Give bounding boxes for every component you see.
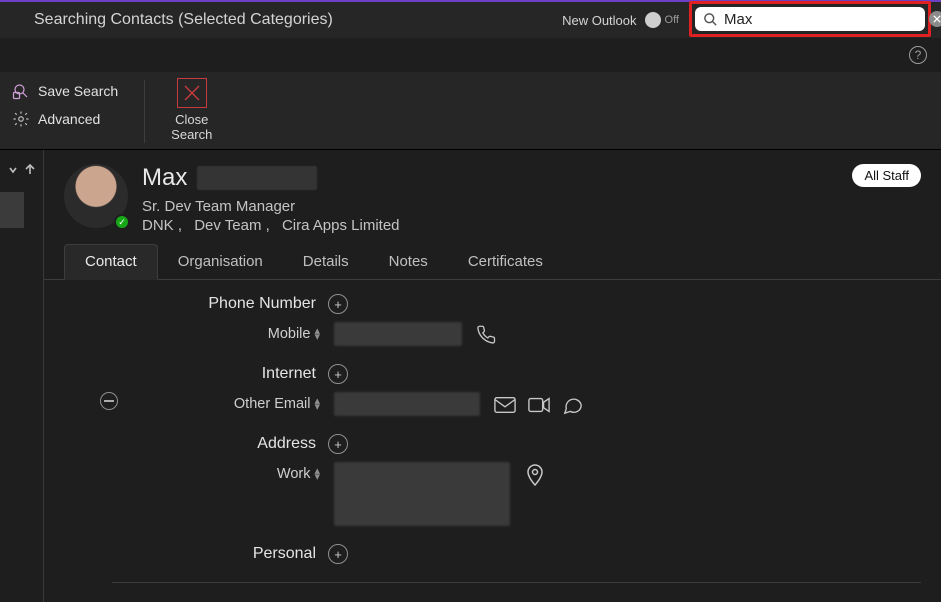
dropdown-icon: ▴▾ xyxy=(314,327,320,341)
phone-value-redacted[interactable] xyxy=(334,322,462,346)
tab-notes[interactable]: Notes xyxy=(369,245,448,279)
presence-badge-icon xyxy=(114,214,130,230)
section-phone-title: Phone Number xyxy=(208,295,316,313)
sidebar-expand[interactable] xyxy=(8,164,36,176)
section-internet: Internet + Other Email ▴▾ xyxy=(44,364,921,416)
avatar[interactable] xyxy=(64,164,128,228)
contact-first-name: Max xyxy=(142,164,187,192)
contact-pane: Max Sr. Dev Team Manager DNK , Dev Team … xyxy=(44,150,941,602)
new-outlook-label: New Outlook xyxy=(562,13,636,28)
tab-contact[interactable]: Contact xyxy=(64,244,158,280)
search-input[interactable] xyxy=(724,11,923,28)
video-icon[interactable] xyxy=(528,394,550,416)
tabs: Contact Organisation Details Notes Certi… xyxy=(44,244,941,280)
tab-organisation[interactable]: Organisation xyxy=(158,245,283,279)
section-address-title: Address xyxy=(257,435,316,453)
section-personal-title: Personal xyxy=(253,545,316,563)
address-label[interactable]: Work ▴▾ xyxy=(44,462,320,482)
section-address: Address + Work ▴▾ xyxy=(44,434,921,526)
sidebar xyxy=(0,150,44,602)
advanced-button[interactable]: Advanced xyxy=(12,110,118,128)
advanced-label: Advanced xyxy=(38,111,100,127)
section-personal: Personal + xyxy=(44,544,921,564)
dropdown-icon: ▴▾ xyxy=(314,467,320,481)
add-address-button[interactable]: + xyxy=(328,434,348,454)
email-label[interactable]: Other Email ▴▾ xyxy=(44,392,320,412)
remove-email-button[interactable] xyxy=(100,392,118,410)
save-search-button[interactable]: Save Search xyxy=(12,82,118,100)
close-icon xyxy=(177,78,207,108)
mail-icon[interactable] xyxy=(494,394,516,416)
new-outlook-toggle[interactable]: New Outlook Off xyxy=(562,12,679,28)
clear-search-button[interactable] xyxy=(929,11,941,27)
contact-last-name-redacted xyxy=(197,166,317,190)
up-arrow-icon xyxy=(24,164,36,176)
add-internet-button[interactable]: + xyxy=(328,364,348,384)
address-value-redacted[interactable] xyxy=(334,462,510,526)
tab-details[interactable]: Details xyxy=(283,245,369,279)
section-divider xyxy=(112,582,921,583)
help-row: ? xyxy=(0,38,941,72)
category-badge[interactable]: All Staff xyxy=(852,164,921,187)
search-icon xyxy=(703,12,718,27)
toggle-knob-icon xyxy=(645,12,661,28)
save-search-label: Save Search xyxy=(38,83,118,99)
add-phone-button[interactable]: + xyxy=(328,294,348,314)
phone-label[interactable]: Mobile ▴▾ xyxy=(44,322,320,342)
call-icon[interactable] xyxy=(476,324,498,346)
close-search-button[interactable]: CloseSearch xyxy=(171,78,212,142)
tab-certificates[interactable]: Certificates xyxy=(448,245,563,279)
chat-icon[interactable] xyxy=(562,394,584,416)
window-title: Searching Contacts (Selected Categories) xyxy=(34,11,333,29)
help-icon[interactable]: ? xyxy=(909,46,927,64)
search-highlight-box xyxy=(689,1,931,37)
toggle-state: Off xyxy=(665,14,679,26)
email-value-redacted[interactable] xyxy=(334,392,480,416)
ribbon-divider xyxy=(144,80,145,143)
ribbon: Save Search Advanced CloseSearch xyxy=(0,72,941,150)
search-box[interactable] xyxy=(695,7,925,31)
org-path: DNK , Dev Team , Cira Apps Limited xyxy=(142,217,838,234)
sidebar-selection[interactable] xyxy=(0,192,24,228)
add-personal-button[interactable]: + xyxy=(328,544,348,564)
section-internet-title: Internet xyxy=(262,365,316,383)
dropdown-icon: ▴▾ xyxy=(314,397,320,411)
title-bar: Searching Contacts (Selected Categories)… xyxy=(0,0,941,38)
section-phone: Phone Number + Mobile ▴▾ xyxy=(44,294,921,346)
contact-details: Phone Number + Mobile ▴▾ xyxy=(44,280,941,602)
map-pin-icon[interactable] xyxy=(524,464,546,486)
job-title: Sr. Dev Team Manager xyxy=(142,198,838,215)
